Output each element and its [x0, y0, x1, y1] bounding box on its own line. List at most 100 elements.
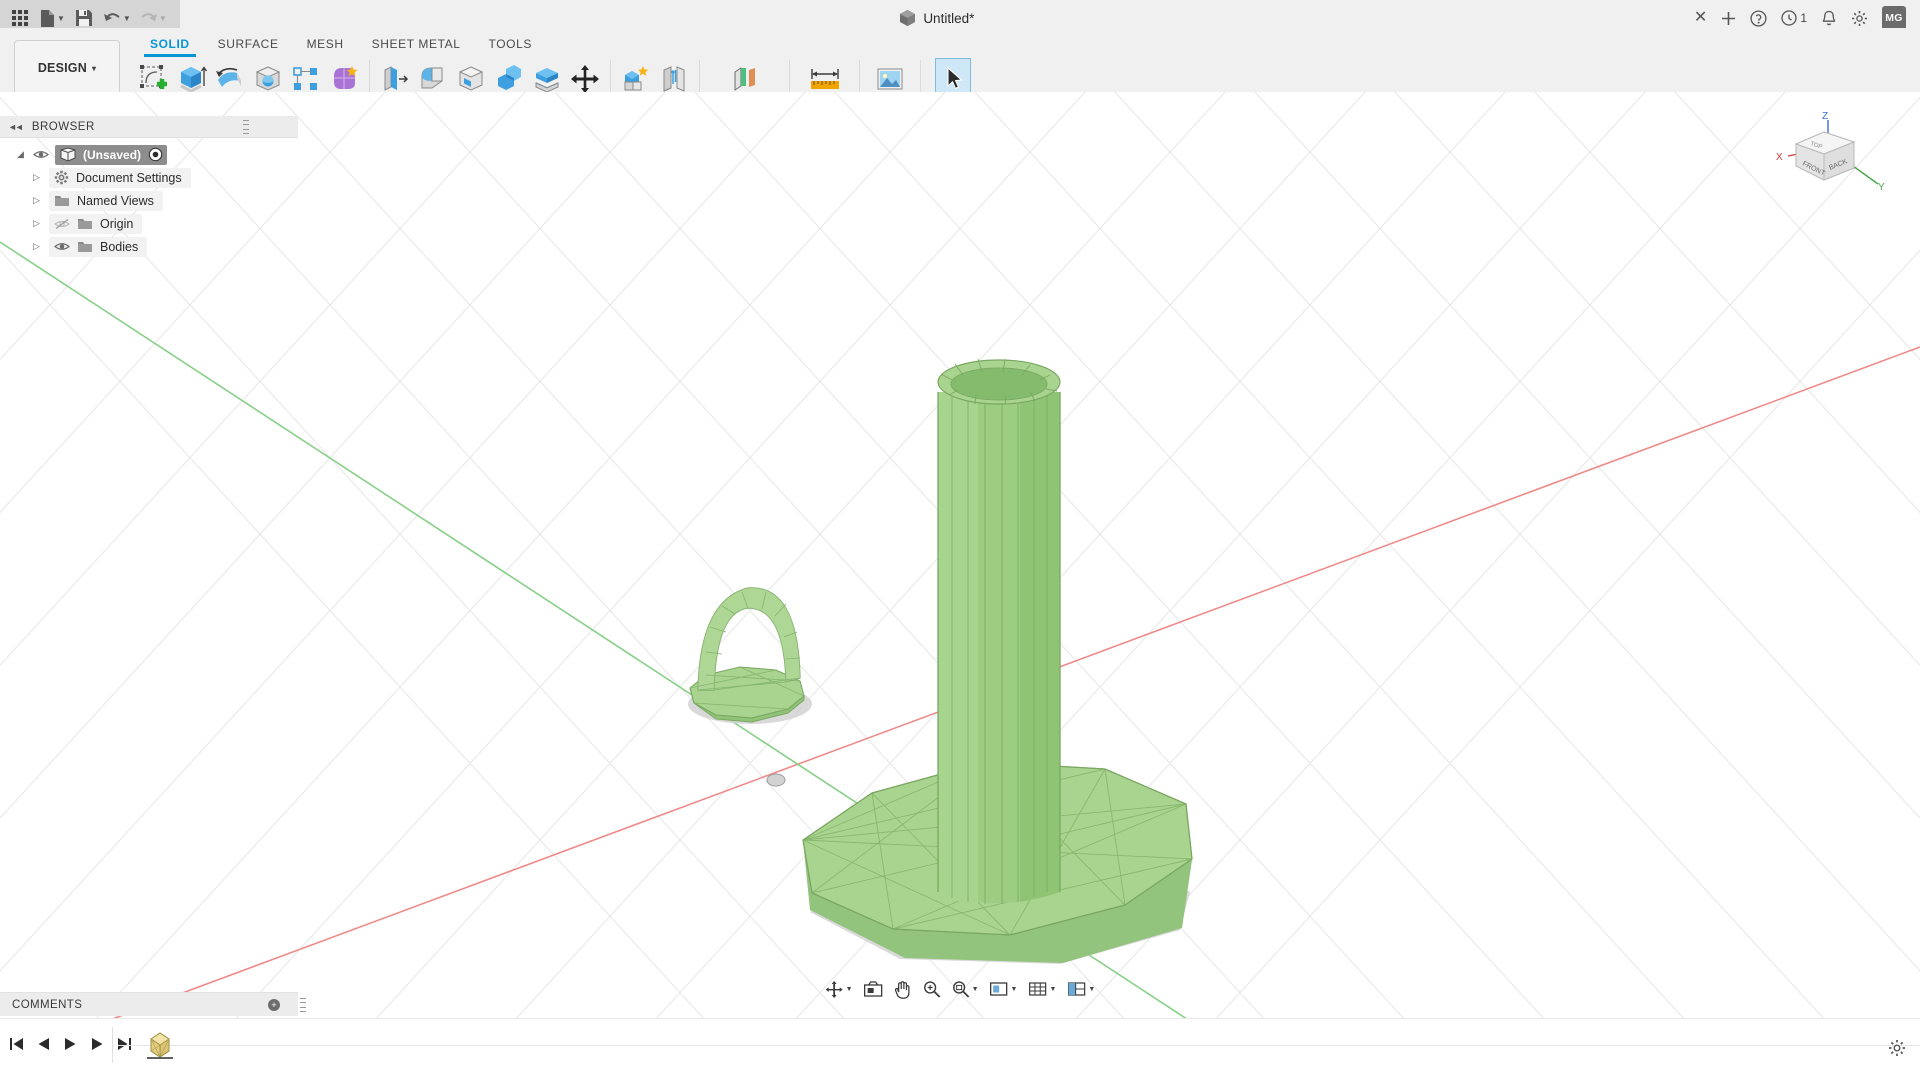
tab-sheet-metal[interactable]: SHEET METAL: [358, 31, 475, 59]
toolbar-divider: [610, 60, 611, 94]
display-settings-button[interactable]: ▼: [986, 976, 1022, 1002]
comments-label: COMMENTS: [12, 999, 82, 1011]
ribbon-tabs: SOLID SURFACE MESH SHEET METAL TOOLS: [136, 31, 546, 59]
pan-button[interactable]: [890, 976, 916, 1002]
grid-icon: [12, 10, 28, 26]
toolbar-divider: [699, 60, 700, 94]
browser-panel-title: BROWSER: [32, 121, 95, 133]
tab-solid[interactable]: SOLID: [136, 31, 204, 59]
redo-icon: [139, 10, 158, 26]
toolbar-divider: [789, 60, 790, 94]
tab-mesh[interactable]: MESH: [293, 31, 358, 59]
browser-node-pill[interactable]: Origin: [49, 214, 142, 234]
eye-hidden-icon[interactable]: [54, 218, 70, 230]
timeline-rail[interactable]: [118, 1045, 1920, 1046]
panel-resize-grip[interactable]: [243, 120, 249, 134]
chevron-down-icon[interactable]: ▼: [1049, 986, 1056, 993]
chevron-down-icon[interactable]: ▼: [57, 14, 65, 23]
cube-icon: [899, 9, 916, 27]
chevron-down-icon[interactable]: ▼: [123, 14, 131, 23]
help-button[interactable]: [1750, 10, 1767, 27]
add-tab-button[interactable]: [1721, 11, 1736, 26]
chevron-down-icon[interactable]: ▼: [846, 986, 853, 993]
twisty-collapsed-icon[interactable]: ▷: [30, 218, 43, 229]
orbit-button[interactable]: ▼: [821, 976, 857, 1002]
view-navigation-bar: ▼ ▼: [821, 976, 1100, 1002]
eye-visible-icon[interactable]: [54, 241, 70, 252]
browser-node-origin[interactable]: ▷ Origin: [0, 212, 300, 235]
tab-tools[interactable]: TOOLS: [474, 31, 545, 59]
chevron-down-icon[interactable]: ▼: [1088, 986, 1095, 993]
zoom-fit-icon: [952, 980, 970, 998]
avatar[interactable]: MG: [1882, 6, 1906, 30]
browser-panel: ◄◄ BROWSER ◢: [0, 116, 300, 258]
plus-circle-icon[interactable]: +: [268, 999, 280, 1011]
folder-icon: [77, 217, 93, 230]
browser-node-root[interactable]: ◢ (Unsaved): [0, 143, 300, 166]
alerts-button[interactable]: [1821, 10, 1837, 27]
radio-active-icon[interactable]: [148, 147, 163, 162]
folder-icon: [54, 194, 70, 207]
notifications-button[interactable]: 1: [1781, 10, 1807, 26]
view-cube-body: FRONT BACK TOP: [1796, 132, 1854, 180]
grid-icon: [1028, 981, 1047, 997]
zoom-button[interactable]: [919, 976, 945, 1002]
look-at-icon: [864, 981, 883, 998]
timeline-step-back-button[interactable]: [35, 1035, 52, 1052]
twisty-expanded-icon[interactable]: ◢: [14, 149, 27, 160]
timeline-jump-end-button[interactable]: [116, 1035, 133, 1052]
browser-root-pill[interactable]: (Unsaved): [55, 145, 167, 165]
file-icon: [39, 9, 56, 28]
browser-node-pill[interactable]: Document Settings: [49, 168, 191, 188]
browser-root-label: (Unsaved): [83, 148, 141, 162]
browser-node-document-settings[interactable]: ▷ Document Settings: [0, 166, 300, 189]
folder-icon: [77, 240, 93, 253]
fusion-app-window: ▼ ▼: [0, 0, 1920, 1080]
twisty-collapsed-icon[interactable]: ▷: [30, 172, 43, 183]
chevron-down-icon[interactable]: ▼: [1011, 986, 1018, 993]
gear-icon: [1888, 1039, 1906, 1057]
chevron-down-icon[interactable]: ▼: [159, 14, 167, 23]
look-at-button[interactable]: [860, 976, 887, 1002]
orbit-icon: [825, 980, 844, 999]
browser-node-pill[interactable]: Named Views: [49, 191, 163, 211]
browser-header: ◄◄ BROWSER: [0, 116, 298, 138]
grid-snaps-button[interactable]: ▼: [1024, 976, 1060, 1002]
browser-node-label: Bodies: [100, 240, 138, 254]
tab-surface[interactable]: SURFACE: [204, 31, 293, 59]
timeline-step-forward-button[interactable]: [89, 1035, 106, 1052]
display-mode-icon: [990, 981, 1009, 997]
timeline-bar: [0, 1018, 1920, 1080]
browser-node-bodies[interactable]: ▷ Bodies: [0, 235, 300, 258]
collapse-left-icon[interactable]: ◄◄: [8, 122, 22, 132]
gear-icon: [54, 170, 69, 185]
browser-node-pill[interactable]: Bodies: [49, 237, 147, 257]
play-icon: [64, 1037, 77, 1051]
browser-node-label: Origin: [100, 217, 133, 231]
viewports-button[interactable]: ▼: [1063, 976, 1099, 1002]
timeline-jump-start-button[interactable]: [8, 1035, 25, 1052]
zoom-icon: [923, 980, 941, 998]
twisty-collapsed-icon[interactable]: ▷: [30, 241, 43, 252]
pan-hand-icon: [894, 980, 912, 999]
svg-text:Z: Z: [1822, 111, 1828, 122]
twisty-collapsed-icon[interactable]: ▷: [30, 195, 43, 206]
svg-text:Y: Y: [1878, 182, 1885, 193]
close-tab-button[interactable]: ✕: [1694, 10, 1707, 26]
undo-icon: [103, 10, 122, 26]
view-cube[interactable]: Z X Y FRONT BACK TOP: [1766, 110, 1886, 220]
settings-button[interactable]: [1851, 10, 1868, 27]
panel-resize-grip[interactable]: [300, 998, 306, 1012]
timeline-feature-mesh[interactable]: [145, 1027, 175, 1063]
chevron-down-icon[interactable]: ▼: [972, 986, 979, 993]
workspace-selector[interactable]: DESIGN ▾: [14, 40, 120, 96]
timeline-playback-controls: [8, 1035, 133, 1052]
browser-node-named-views[interactable]: ▷ Named Views: [0, 189, 300, 212]
notification-count: 1: [1800, 11, 1807, 25]
timeline-settings-button[interactable]: [1888, 1039, 1906, 1057]
toolbar-divider: [859, 60, 860, 94]
eye-visible-icon[interactable]: [33, 149, 49, 160]
fit-button[interactable]: ▼: [948, 976, 983, 1002]
timeline-play-button[interactable]: [62, 1035, 79, 1052]
comments-panel[interactable]: COMMENTS +: [0, 992, 298, 1016]
